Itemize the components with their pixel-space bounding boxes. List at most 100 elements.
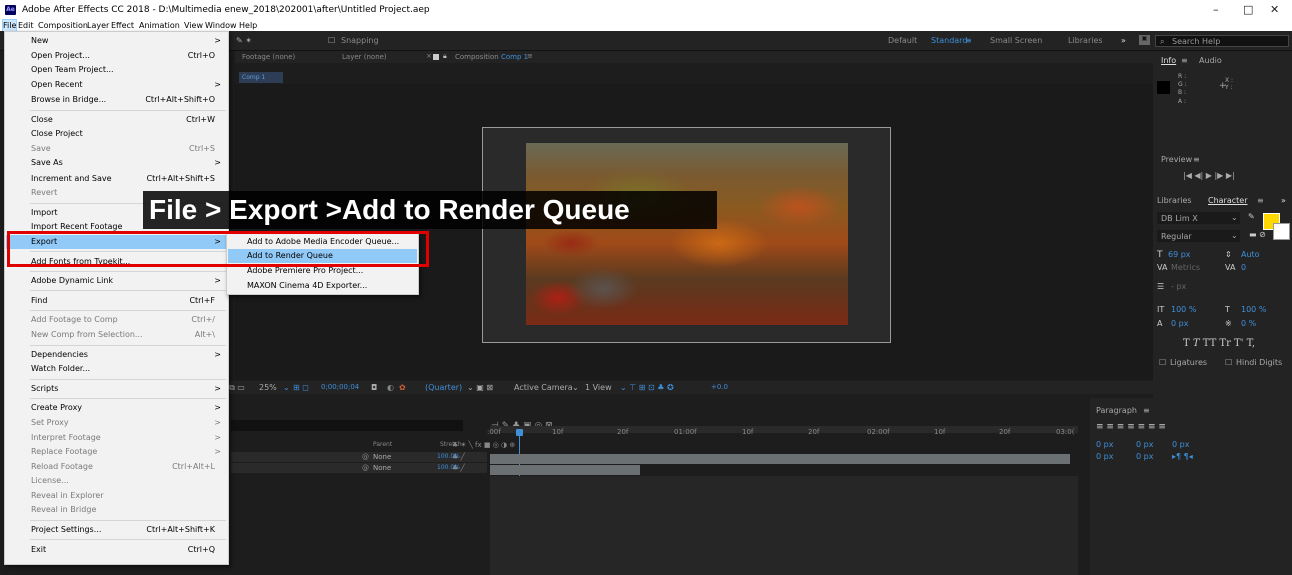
comp-breadcrumb-tab[interactable]: Comp 1: [239, 72, 283, 83]
space-before-value[interactable]: 0 px: [1136, 452, 1153, 461]
layer-bar[interactable]: [490, 465, 640, 475]
resolution-dropdown[interactable]: (Quarter): [425, 383, 462, 392]
menu-item-exit[interactable]: Exit Ctrl+Q: [6, 543, 227, 557]
menu-item-license[interactable]: License...: [6, 474, 227, 488]
menu-item-new-comp-from-selection[interactable]: New Comp from Selection... Alt+\: [6, 328, 227, 342]
default-colors-icon[interactable]: ▬ ⊘: [1249, 230, 1266, 239]
show-snapshot-icon[interactable]: ◐: [387, 383, 394, 392]
workspace-menu-icon[interactable]: ≡: [965, 36, 972, 45]
workspace-small-screen[interactable]: Small Screen: [990, 36, 1042, 45]
tab-info[interactable]: Info: [1161, 56, 1176, 65]
text-direction-icon[interactable]: ▸¶ ¶◂: [1172, 452, 1193, 461]
leading-value[interactable]: Auto: [1241, 250, 1260, 259]
workspace-standard[interactable]: Standard: [931, 36, 967, 45]
menu-help[interactable]: Help: [239, 20, 257, 31]
current-time-display[interactable]: 0;00;00;04: [321, 383, 359, 391]
menu-item-scripts[interactable]: Scripts >: [6, 382, 227, 396]
menu-item-set-proxy[interactable]: Set Proxy >: [6, 416, 227, 430]
parent-pickwhip-icon[interactable]: @: [362, 464, 369, 472]
menu-item-adobe-dynamic-link[interactable]: Adobe Dynamic Link >: [6, 274, 227, 288]
menu-file[interactable]: File: [1, 19, 18, 32]
search-help-toggle-icon[interactable]: ▣: [1139, 35, 1150, 45]
menu-item-replace-footage[interactable]: Replace Footage >: [6, 445, 227, 459]
menu-item-new[interactable]: New >: [6, 34, 227, 48]
space-after-value[interactable]: 0 px: [1172, 440, 1189, 449]
menu-view[interactable]: View: [184, 20, 203, 31]
tab-paragraph[interactable]: Paragraph: [1096, 406, 1137, 415]
indent-first-value[interactable]: 0 px: [1096, 452, 1113, 461]
search-help-input[interactable]: ⌕ Search Help: [1155, 35, 1289, 47]
playhead-handle[interactable]: [516, 429, 523, 436]
ligatures-checkbox[interactable]: ☐: [1159, 358, 1166, 367]
parent-dropdown[interactable]: None: [373, 453, 391, 461]
menu-composition[interactable]: Composition: [38, 20, 88, 31]
snapshot-icon[interactable]: ◘: [371, 383, 377, 392]
info-menu-icon[interactable]: ≡: [1181, 56, 1188, 65]
snapping-checkbox[interactable]: ☐: [328, 36, 335, 45]
font-family-dropdown[interactable]: DB Lim X ⌄: [1157, 212, 1240, 224]
hindi-digits-checkbox[interactable]: ☐: [1225, 358, 1232, 367]
tab-layer[interactable]: Layer (none): [342, 53, 387, 61]
tab-preview[interactable]: Preview: [1161, 155, 1192, 164]
menu-animation[interactable]: Animation: [139, 20, 180, 31]
table-row[interactable]: ♣ ╱ @ None 100.0%: [231, 452, 487, 462]
layer-search-input[interactable]: [231, 420, 463, 431]
menu-effect[interactable]: Effect: [111, 20, 134, 31]
font-size-value[interactable]: 69 px: [1168, 250, 1191, 259]
camera-chevron-icon[interactable]: ⌄: [572, 383, 579, 392]
menu-item-reveal-in-bridge[interactable]: Reveal in Bridge: [6, 503, 227, 517]
paragraph-menu-icon[interactable]: ≡: [1143, 406, 1150, 415]
menu-item-open-project[interactable]: Open Project... Ctrl+O: [6, 49, 227, 63]
table-row[interactable]: ♣ ╱ @ None 100.0%: [231, 463, 487, 473]
grid-overlay-icon[interactable]: ⊞ ◻: [293, 383, 309, 392]
baseline-shift-value[interactable]: 0 px: [1171, 319, 1188, 328]
vertical-scale-value[interactable]: 100 %: [1171, 305, 1196, 314]
pin-tool-icon[interactable]: ✎ ✶: [236, 36, 252, 45]
magnification-dropdown[interactable]: 25%: [259, 383, 277, 392]
tab-libraries[interactable]: Libraries: [1157, 196, 1192, 205]
panel-menu-icon[interactable]: ≡: [527, 52, 533, 60]
menu-item-increment-and-save[interactable]: Increment and Save Ctrl+Alt+Shift+S: [6, 172, 227, 186]
menu-window[interactable]: Window: [205, 20, 237, 31]
stroke-width-value[interactable]: - px: [1171, 282, 1186, 291]
stroke-color-swatch[interactable]: [1273, 223, 1290, 240]
lock-icon[interactable]: 🔒︎: [443, 52, 447, 61]
view-options-icons[interactable]: ⌄ ⊤ ⊞ ⊡ ♣ ✪: [620, 383, 674, 392]
horizontal-scale-value[interactable]: 100 %: [1241, 305, 1266, 314]
menu-item-close-project[interactable]: Close Project: [6, 127, 227, 141]
menu-item-add-footage-to-comp[interactable]: Add Footage to Comp Ctrl+/: [6, 313, 227, 327]
menu-item-project-settings[interactable]: Project Settings... Ctrl+Alt+Shift+K: [6, 523, 227, 537]
timeline-empty-area[interactable]: [490, 476, 1078, 575]
parent-dropdown[interactable]: None: [373, 464, 391, 472]
character-menu-icon[interactable]: ≡: [1257, 196, 1264, 205]
maximize-button[interactable]: □: [1243, 3, 1253, 16]
menu-item-dependencies[interactable]: Dependencies >: [6, 348, 227, 362]
kerning-value[interactable]: Metrics: [1171, 263, 1200, 272]
menu-item-reveal-in-explorer[interactable]: Reveal in Explorer: [6, 489, 227, 503]
tracking-value[interactable]: 0: [1241, 263, 1246, 272]
time-ruler[interactable]: [490, 426, 1078, 433]
menu-item-browse-in-bridge[interactable]: Browse in Bridge... Ctrl+Alt+Shift+O: [6, 93, 227, 107]
more-panels-icon[interactable]: »: [1281, 196, 1286, 205]
menu-item-close[interactable]: Close Ctrl+W: [6, 113, 227, 127]
minimize-button[interactable]: –: [1213, 3, 1219, 16]
font-style-dropdown[interactable]: Regular ⌄: [1157, 230, 1240, 242]
menu-item-reload-footage[interactable]: Reload Footage Ctrl+Alt+L: [6, 460, 227, 474]
view-layout-dropdown[interactable]: 1 View: [585, 383, 612, 392]
menu-item-save-as[interactable]: Save As >: [6, 156, 227, 170]
menu-item-maxon-cinema-4d-exporter[interactable]: MAXON Cinema 4D Exporter...: [228, 279, 417, 293]
indent-right-value[interactable]: 0 px: [1136, 440, 1153, 449]
color-channel-icon[interactable]: ✿: [399, 383, 406, 392]
menu-item-interpret-footage[interactable]: Interpret Footage >: [6, 431, 227, 445]
camera-view-dropdown[interactable]: Active Camera: [514, 383, 573, 392]
menu-item-create-proxy[interactable]: Create Proxy >: [6, 401, 227, 415]
tab-composition[interactable]: Composition: [455, 53, 499, 61]
tab-composition-name[interactable]: Comp 1: [501, 53, 528, 61]
parent-pickwhip-icon[interactable]: @: [362, 453, 369, 461]
menu-edit[interactable]: Edit: [18, 20, 34, 31]
menu-item-save[interactable]: Save Ctrl+S: [6, 142, 227, 156]
chevron-down-icon[interactable]: ⌄: [283, 383, 290, 392]
workspace-libraries[interactable]: Libraries: [1068, 36, 1103, 45]
playback-controls-icons[interactable]: |◀ ◀| ▶ |▶ ▶|: [1183, 171, 1235, 180]
region-of-interest-icon[interactable]: ⌄ ▣ ⊠: [467, 383, 493, 392]
